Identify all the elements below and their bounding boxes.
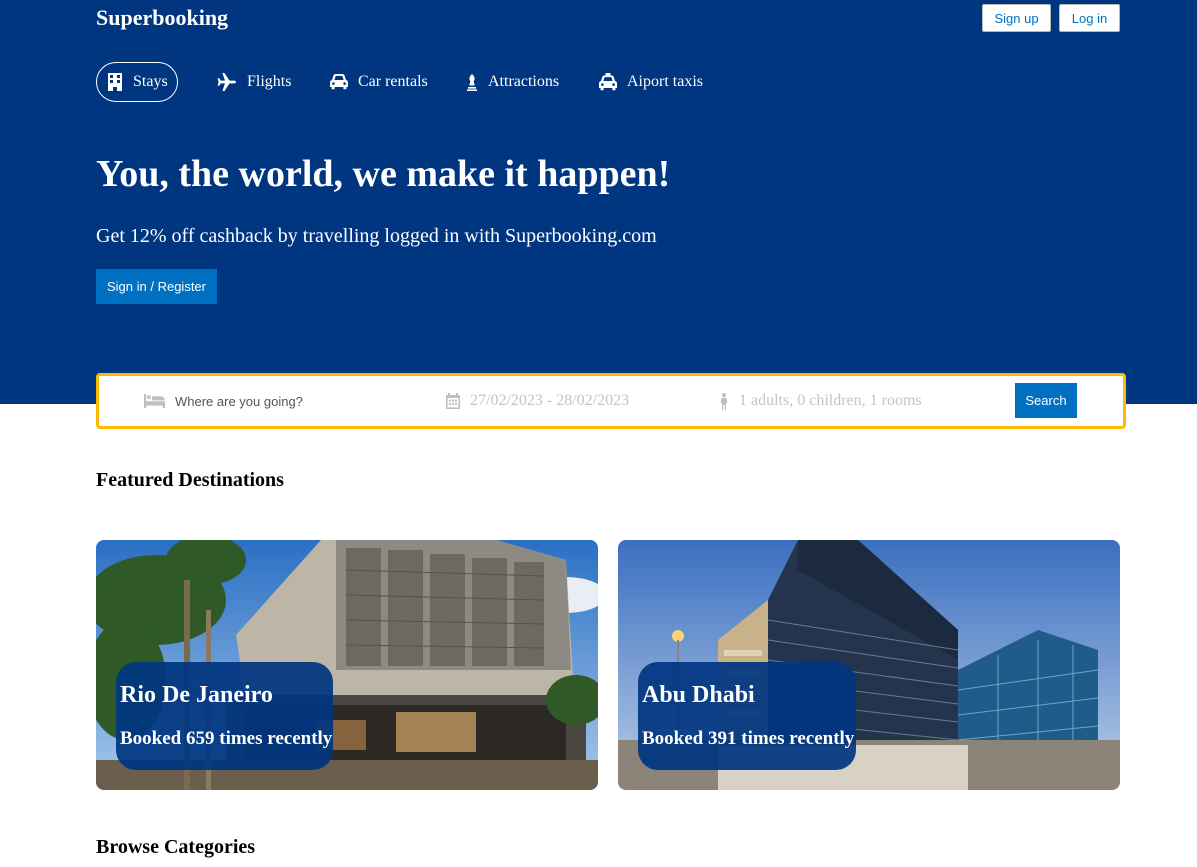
car-icon xyxy=(330,74,348,90)
destination-label: Abu Dhabi Booked 391 times recently xyxy=(638,662,856,770)
guests-text[interactable]: 1 adults, 0 children, 1 rooms xyxy=(739,392,922,410)
nav-item-car-rentals[interactable]: Car rentals xyxy=(330,62,428,102)
booking-count: Booked 659 times recently xyxy=(120,728,333,749)
destination-label: Rio De Janeiro Booked 659 times recently xyxy=(116,662,333,770)
nav-label-car-rentals: Car rentals xyxy=(358,73,428,90)
destination-input[interactable] xyxy=(175,393,395,409)
date-field[interactable]: 27/02/2023 - 28/02/2023 xyxy=(446,376,629,426)
hero-subtitle: Get 12% off cashback by travelling logge… xyxy=(96,225,657,247)
nav-label-airport-taxis: Aiport taxis xyxy=(627,73,703,90)
booking-count: Booked 391 times recently xyxy=(642,728,855,749)
chess-piece-icon xyxy=(466,73,478,91)
guests-field[interactable]: 1 adults, 0 children, 1 rooms xyxy=(719,376,922,426)
calendar-icon xyxy=(446,393,460,409)
nav-label-stays: Stays xyxy=(133,73,168,90)
building-icon xyxy=(107,73,123,91)
nav-item-attractions[interactable]: Attractions xyxy=(466,62,559,102)
destination-name: Abu Dhabi xyxy=(642,682,755,708)
nav-item-airport-taxis[interactable]: Aiport taxis xyxy=(599,62,703,102)
taxi-icon xyxy=(599,73,617,91)
plane-icon xyxy=(217,73,237,91)
nav-item-flights[interactable]: Flights xyxy=(217,62,291,102)
hero-banner: Superbooking Sign up Log in Stays Flight… xyxy=(0,0,1197,404)
person-icon xyxy=(719,392,729,410)
destination-name: Rio De Janeiro xyxy=(120,682,273,708)
nav-label-flights: Flights xyxy=(247,73,292,90)
nav-label-attractions: Attractions xyxy=(488,73,560,90)
sign-in-register-button[interactable]: Sign in / Register xyxy=(96,269,217,304)
brand-logo[interactable]: Superbooking xyxy=(96,5,228,31)
destination-card-rio-de-janeiro[interactable]: Rio De Janeiro Booked 659 times recently xyxy=(96,540,598,790)
date-range-text[interactable]: 27/02/2023 - 28/02/2023 xyxy=(470,392,629,410)
destination-card-abu-dhabi[interactable]: Abu Dhabi Booked 391 times recently xyxy=(618,540,1120,790)
bed-icon xyxy=(144,394,165,408)
login-button[interactable]: Log in xyxy=(1059,4,1120,32)
destination-field[interactable] xyxy=(144,376,395,426)
browse-categories-title: Browse Categories xyxy=(96,836,256,858)
signup-button[interactable]: Sign up xyxy=(982,4,1051,32)
nav-item-stays[interactable]: Stays xyxy=(96,62,178,102)
featured-destinations-title: Featured Destinations xyxy=(96,469,284,491)
page-title: You, the world, we make it happen! xyxy=(96,153,671,195)
search-bar: 27/02/2023 - 28/02/2023 1 adults, 0 chil… xyxy=(96,373,1126,429)
search-button[interactable]: Search xyxy=(1015,383,1077,418)
